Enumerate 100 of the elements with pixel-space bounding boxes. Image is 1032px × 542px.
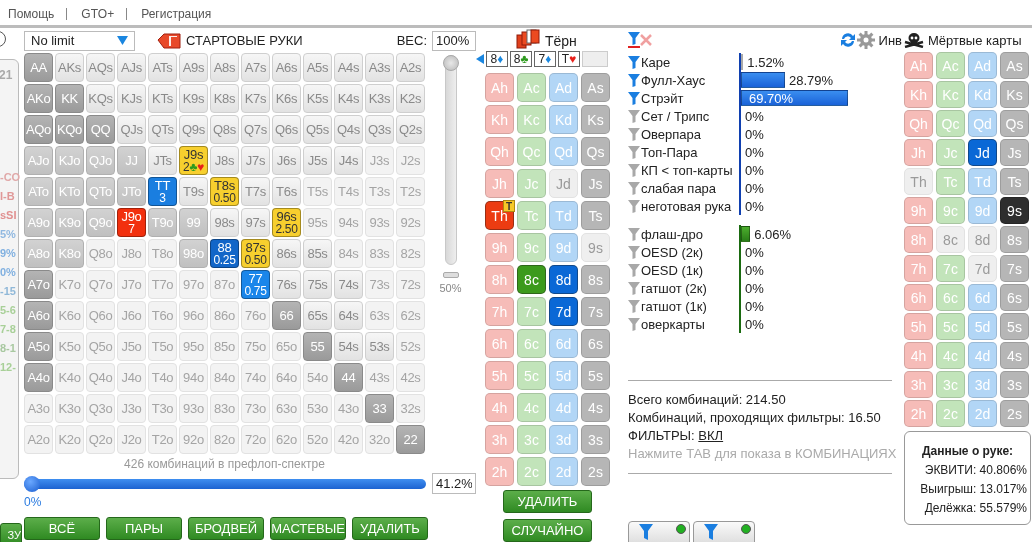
hand-cell[interactable]: K4o xyxy=(55,363,84,392)
hand-cell[interactable]: 64o xyxy=(272,363,301,392)
hand-cell[interactable]: J6s xyxy=(272,146,301,175)
card-button[interactable]: Kd xyxy=(549,105,578,134)
hand-cell[interactable]: K3o xyxy=(55,394,84,423)
hand-cell[interactable]: T9s xyxy=(179,177,208,206)
hand-cell[interactable]: Q3s xyxy=(365,115,394,144)
hand-cell[interactable]: Q7o xyxy=(86,270,115,299)
card-button[interactable]: 7c xyxy=(936,255,965,282)
empty-card-slot[interactable] xyxy=(582,51,608,67)
hand-cell[interactable]: T8o xyxy=(148,239,177,268)
hand-cell[interactable]: Q9s xyxy=(179,115,208,144)
hand-cell[interactable]: K4s xyxy=(334,84,363,113)
hand-cell[interactable]: 86s xyxy=(272,239,301,268)
hand-cell[interactable]: 95o xyxy=(179,332,208,361)
card-button[interactable]: Kh xyxy=(485,105,514,134)
card-button[interactable]: 8h xyxy=(904,226,933,253)
hand-cell[interactable]: 75o xyxy=(241,332,270,361)
filter-chip[interactable] xyxy=(693,521,755,542)
hand-cell[interactable]: 88 0.25 xyxy=(210,239,239,268)
card-button[interactable]: Js xyxy=(1000,139,1029,166)
hand-cell[interactable]: Q6s xyxy=(272,115,301,144)
hand-cell[interactable]: 53o xyxy=(303,394,332,423)
card-button[interactable]: Ac xyxy=(517,73,546,102)
hand-cell[interactable]: J5o xyxy=(117,332,146,361)
hand-cell[interactable]: T8s 0.50 xyxy=(210,177,239,206)
hand-cell[interactable]: A8s xyxy=(210,53,239,82)
hand-cell[interactable]: 83s xyxy=(365,239,394,268)
hand-cell[interactable]: K8o xyxy=(55,239,84,268)
card-button[interactable]: 2s xyxy=(1000,400,1029,427)
card-button[interactable]: As xyxy=(1000,52,1029,79)
hand-cell[interactable]: 96s 2.50 xyxy=(272,208,301,237)
card-button[interactable]: 9h xyxy=(485,233,514,262)
filter-icon[interactable] xyxy=(628,91,640,105)
hand-cell[interactable]: 94o xyxy=(179,363,208,392)
hand-cell[interactable]: 63s xyxy=(365,301,394,330)
hand-cell[interactable]: T4s xyxy=(334,177,363,206)
card-button[interactable]: Kc xyxy=(517,105,546,134)
hand-cell[interactable]: AA xyxy=(24,53,53,82)
hand-cell[interactable]: J7o xyxy=(117,270,146,299)
hand-cell[interactable]: 93s xyxy=(365,208,394,237)
card-button[interactable]: Ad xyxy=(968,52,997,79)
hand-cell[interactable]: T6o xyxy=(148,301,177,330)
card-button[interactable]: 7s xyxy=(1000,255,1029,282)
card-button[interactable]: Jh xyxy=(485,169,514,198)
card-button[interactable]: Js xyxy=(581,169,610,198)
hand-cell[interactable]: AQs xyxy=(86,53,115,82)
card-button[interactable]: 4h xyxy=(485,393,514,422)
hand-cell[interactable]: 62o xyxy=(272,425,301,454)
hand-cell[interactable]: ATo xyxy=(24,177,53,206)
weight-input[interactable]: 100% xyxy=(432,30,476,51)
hand-cell[interactable]: 92s xyxy=(396,208,425,237)
card-button[interactable]: 4d xyxy=(549,393,578,422)
card-button[interactable]: 8s xyxy=(1000,226,1029,253)
card-button[interactable]: Jd xyxy=(968,139,997,166)
hand-cell[interactable]: AKo xyxy=(24,84,53,113)
filter-icon[interactable] xyxy=(628,109,640,123)
hand-cell[interactable]: 72o xyxy=(241,425,270,454)
action-button[interactable]: СЛУЧАЙНО xyxy=(503,519,592,542)
card-button[interactable]: Qs xyxy=(1000,110,1029,137)
card-button[interactable]: Qc xyxy=(936,110,965,137)
filter-icon[interactable] xyxy=(628,199,640,213)
hand-cell[interactable]: Q5o xyxy=(86,332,115,361)
hand-cell[interactable]: K9s xyxy=(179,84,208,113)
hand-cell[interactable]: 42o xyxy=(334,425,363,454)
hand-cell[interactable]: 97s xyxy=(241,208,270,237)
hand-cell[interactable]: 96o xyxy=(179,301,208,330)
card-button[interactable]: 6c xyxy=(936,284,965,311)
card-button[interactable]: 4s xyxy=(1000,342,1029,369)
hand-cell[interactable]: 75s xyxy=(303,270,332,299)
card-button[interactable]: 3s xyxy=(1000,371,1029,398)
action-button[interactable]: УДАЛИТЬ xyxy=(503,490,592,513)
card-button[interactable]: 6h xyxy=(485,329,514,358)
filter-icon[interactable] xyxy=(628,227,640,241)
hand-cell[interactable]: Q9o xyxy=(86,208,115,237)
hand-cell[interactable]: 33 xyxy=(365,394,394,423)
hand-cell[interactable]: QJs xyxy=(117,115,146,144)
hand-cell[interactable]: T6s xyxy=(272,177,301,206)
card-button[interactable]: 8s xyxy=(581,265,610,294)
board-card-slot[interactable]: 7♦ xyxy=(534,51,556,67)
action-button[interactable]: БРОДВЕЙ xyxy=(188,517,264,540)
hand-cell[interactable]: T2o xyxy=(148,425,177,454)
hand-cell[interactable]: J6o xyxy=(117,301,146,330)
filter-icon[interactable] xyxy=(628,245,640,259)
card-button[interactable]: 5s xyxy=(1000,313,1029,340)
card-button[interactable]: 5c xyxy=(936,313,965,340)
hand-cell[interactable]: 54s xyxy=(334,332,363,361)
hand-cell[interactable]: KJs xyxy=(117,84,146,113)
filters-link[interactable]: ВКЛ xyxy=(698,428,724,443)
hand-cell[interactable]: Q6o xyxy=(86,301,115,330)
card-button[interactable]: 2c xyxy=(517,457,546,486)
hand-cell[interactable]: A8o xyxy=(24,239,53,268)
card-button[interactable]: 9d xyxy=(968,197,997,224)
card-button[interactable]: Ac xyxy=(936,52,965,79)
card-button[interactable]: 3c xyxy=(936,371,965,398)
card-button[interactable]: 7h xyxy=(904,255,933,282)
hand-cell[interactable]: TT 3 xyxy=(148,177,177,206)
hand-cell[interactable]: 76o xyxy=(241,301,270,330)
hand-cell[interactable]: J4o xyxy=(117,363,146,392)
hand-cell[interactable]: K5o xyxy=(55,332,84,361)
